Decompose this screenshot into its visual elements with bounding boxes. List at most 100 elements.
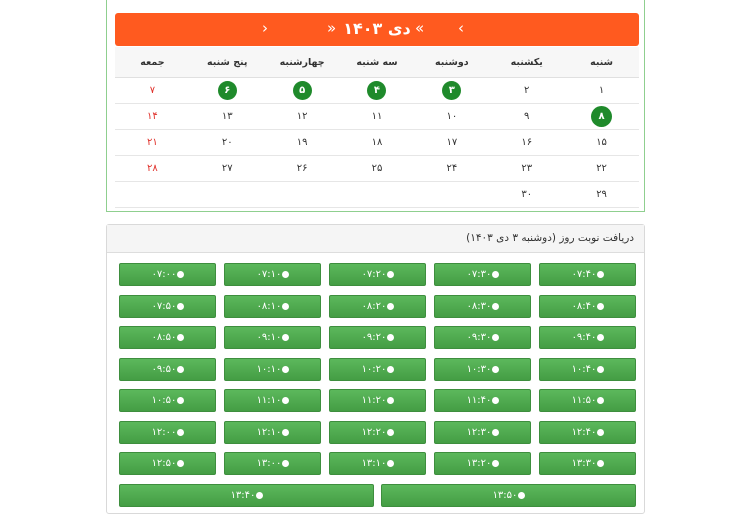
clock-icon — [492, 334, 500, 341]
time-slot-button[interactable]: ۱۰:۱۰ — [224, 357, 321, 381]
time-slot-button[interactable]: ۰۸:۱۰ — [224, 294, 321, 318]
time-slot-button[interactable]: ۰۷:۱۰ — [224, 263, 321, 286]
time-slot-button[interactable]: ۰۹:۵۰ — [119, 357, 216, 381]
calendar-week-row: ۸ ۹ ۱۰ ۱۱ ۱۲ ۱۳ ۱۴ — [115, 104, 639, 130]
weekday-label: دوشنبه — [435, 56, 469, 68]
time-slot-button[interactable]: ۱۰:۳۰ — [434, 357, 531, 381]
calendar-day-available[interactable]: ۴ — [340, 78, 415, 103]
time-slot-button[interactable]: ۰۷:۲۰ — [329, 263, 426, 286]
clock-icon — [177, 302, 185, 310]
clock-icon — [492, 271, 500, 278]
clock-icon — [387, 460, 395, 467]
time-slot-button[interactable]: ۰۸:۴۰ — [539, 294, 636, 318]
next-year-button[interactable]: » — [327, 13, 336, 46]
calendar-week-row: ۲۹ ۳۰ — [114, 182, 639, 208]
time-slot-label: ۰۸:۴۰ — [571, 300, 597, 312]
time-slot-label: ۰۸:۱۰ — [256, 300, 282, 312]
time-slot-label: ۰۷:۵۰ — [151, 300, 177, 312]
prev-year-button[interactable]: « — [415, 13, 424, 46]
time-slot-button[interactable]: ۱۱:۲۰ — [329, 389, 426, 412]
available-day-badge[interactable]: ۵ — [292, 81, 312, 100]
time-slot-label: ۰۹:۲۰ — [361, 332, 387, 343]
time-slot-button[interactable]: ۱۰:۴۰ — [539, 357, 636, 381]
time-slot-label: ۱۰:۱۰ — [256, 363, 282, 375]
time-slot-button[interactable]: ۱۲:۲۰ — [329, 420, 426, 444]
calendar-day-available[interactable]: ۵ — [265, 78, 340, 103]
clock-icon — [597, 460, 605, 467]
time-slot-button[interactable]: ۱۲:۳۰ — [434, 420, 531, 444]
time-slot-button[interactable]: ۱۳:۱۰ — [329, 452, 426, 475]
time-slot-button[interactable]: ۱۱:۴۰ — [434, 389, 531, 412]
time-slot-label: ۱۳:۰۰ — [256, 458, 282, 469]
time-slot-button[interactable]: ۱۳:۳۰ — [539, 452, 636, 475]
time-slot-button[interactable]: ۰۹:۳۰ — [434, 326, 531, 349]
time-slot-label: ۱۱:۱۰ — [256, 395, 282, 406]
available-day-badge[interactable]: ۴ — [367, 81, 387, 100]
time-slot-button[interactable]: ۱۳:۰۰ — [224, 452, 321, 475]
time-slot-button[interactable]: ۱۳:۴۰ — [119, 483, 374, 507]
time-slot-button[interactable]: ۰۹:۱۰ — [224, 326, 321, 349]
calendar-day: ۷ — [149, 85, 156, 96]
clock-icon — [387, 397, 395, 404]
time-slot-label: ۱۳:۱۰ — [361, 458, 387, 469]
time-slot-label: ۱۱:۲۰ — [361, 395, 387, 406]
calendar-day: ۲۲ — [596, 163, 607, 174]
prev-month-button[interactable]: ‹ — [458, 13, 464, 46]
clock-icon — [282, 271, 290, 278]
weekday-label: پنج شنبه — [207, 56, 248, 68]
time-slot-button[interactable]: ۱۳:۵۰ — [381, 483, 636, 507]
calendar-day: ۱۲ — [296, 111, 308, 122]
time-slot-button[interactable]: ۱۰:۵۰ — [119, 389, 216, 412]
available-day-badge[interactable]: ۶ — [217, 81, 237, 100]
time-slot-label: ۱۰:۴۰ — [571, 363, 597, 375]
time-slot-button[interactable]: ۱۱:۱۰ — [224, 389, 321, 412]
time-slot-button[interactable]: ۱۳:۲۰ — [434, 452, 531, 475]
calendar-day: ۱۷ — [446, 137, 458, 148]
calendar-day: ۱۳ — [221, 111, 233, 122]
time-slot-label: ۰۷:۴۰ — [571, 269, 597, 280]
calendar-grid: شنبه یکشنبه دوشنبه سه شنبه چهارشنبه پنج شنبه ج… — [114, 47, 639, 208]
time-slot-button[interactable]: ۰۹:۲۰ — [329, 326, 426, 349]
time-slot-button[interactable]: ۱۱:۵۰ — [539, 389, 636, 412]
available-day-badge[interactable]: ۸ — [592, 107, 612, 126]
time-slot-button[interactable]: ۰۸:۲۰ — [329, 294, 426, 318]
time-slot-button[interactable]: ۰۸:۳۰ — [434, 294, 531, 318]
clock-icon — [597, 365, 605, 373]
clock-icon — [492, 302, 500, 310]
calendar-day-available[interactable]: ۶ — [190, 78, 265, 103]
time-slot-label: ۰۸:۲۰ — [361, 300, 387, 312]
time-slot-button[interactable]: ۰۷:۵۰ — [119, 294, 216, 318]
calendar-week-row: ۱۵ ۱۶ ۱۷ ۱۸ ۱۹ ۲۰ ۲۱ — [115, 130, 639, 156]
calendar-day: ۱۴ — [147, 111, 158, 122]
time-slot-label: ۰۷:۱۰ — [256, 269, 282, 280]
time-slot-label: ۱۱:۵۰ — [571, 395, 597, 406]
calendar-day: ۲۵ — [371, 163, 383, 174]
time-slot-button[interactable]: ۰۷:۳۰ — [434, 263, 531, 286]
time-slot-button[interactable]: ۰۷:۴۰ — [539, 263, 636, 286]
calendar-title[interactable]: دی ۱۴۰۳ — [115, 13, 639, 46]
time-slot-label: ۱۲:۲۰ — [361, 426, 387, 438]
time-slot-label: ۰۹:۵۰ — [151, 363, 177, 375]
weekday-label: شنبه — [590, 56, 613, 68]
time-slot-label: ۱۲:۳۰ — [466, 426, 492, 438]
calendar-day: ۲۸ — [147, 163, 158, 174]
time-slot-button[interactable]: ۱۰:۲۰ — [329, 357, 426, 381]
weekday-label: یکشنبه — [510, 56, 543, 68]
time-slot-button[interactable]: ۱۲:۰۰ — [119, 420, 216, 444]
time-slot-label: ۰۹:۱۰ — [256, 332, 282, 343]
next-month-button[interactable]: › — [262, 13, 268, 46]
time-slot-button[interactable]: ۰۷:۰۰ — [119, 263, 216, 286]
time-slot-button[interactable]: ۰۹:۴۰ — [539, 326, 636, 349]
calendar-day-available[interactable]: ۳ — [414, 78, 489, 103]
clock-icon — [177, 334, 185, 341]
time-slot-label: ۱۲:۰۰ — [151, 426, 177, 438]
time-slot-label: ۰۷:۳۰ — [466, 269, 492, 280]
time-slot-label: ۰۸:۳۰ — [466, 300, 492, 312]
time-slot-button[interactable]: ۱۲:۴۰ — [539, 420, 636, 444]
available-day-badge[interactable]: ۳ — [442, 81, 462, 100]
time-slot-button[interactable]: ۰۸:۵۰ — [119, 326, 216, 349]
time-slot-button[interactable]: ۱۲:۵۰ — [119, 452, 216, 475]
calendar-day-available[interactable]: ۸ — [564, 104, 639, 129]
time-slot-button[interactable]: ۱۲:۱۰ — [224, 420, 321, 444]
calendar-panel: › » دی ۱۴۰۳ « ‹ شنبه یکشنبه دوشنبه سه شنبه چ… — [106, 0, 645, 212]
